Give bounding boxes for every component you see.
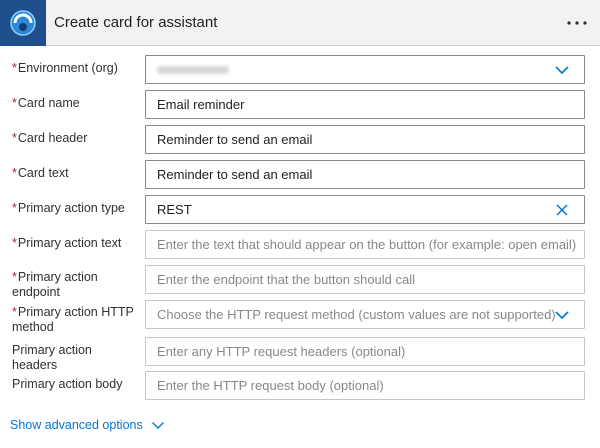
required-mark: * bbox=[12, 96, 17, 110]
chevron-down-icon[interactable] bbox=[554, 307, 570, 323]
more-options-button[interactable] bbox=[564, 10, 590, 36]
label-text: Environment (org) bbox=[17, 61, 118, 75]
primary-action-headers-input[interactable]: Enter any HTTP request headers (optional… bbox=[145, 337, 585, 366]
field-label-card-name: *Card name bbox=[12, 96, 140, 111]
required-mark: * bbox=[12, 166, 17, 180]
required-mark: * bbox=[12, 236, 17, 250]
primary-action-text-input[interactable]: Enter the text that should appear on the… bbox=[145, 230, 585, 259]
primary-action-body-input[interactable]: Enter the HTTP request body (optional) bbox=[145, 371, 585, 400]
power-automate-icon bbox=[0, 0, 46, 46]
primary-action-type-value: REST bbox=[157, 202, 192, 217]
chevron-down-icon[interactable] bbox=[554, 62, 570, 78]
clear-icon[interactable] bbox=[554, 202, 570, 218]
required-mark: * bbox=[12, 201, 17, 215]
label-text: Card name bbox=[17, 96, 80, 110]
primary-action-type-combo[interactable]: REST bbox=[145, 195, 585, 224]
card-name-input[interactable]: Email reminder bbox=[145, 90, 585, 119]
environment-dropdown[interactable] bbox=[145, 55, 585, 84]
field-label-primary-action-headers: Primary action headers bbox=[12, 343, 140, 373]
label-text: Card header bbox=[17, 131, 88, 145]
chevron-down-icon bbox=[151, 422, 164, 429]
card-title: Create card for assistant bbox=[54, 14, 218, 31]
label-text: Card text bbox=[17, 166, 69, 180]
card-text-input[interactable]: Reminder to send an email bbox=[145, 160, 585, 189]
label-text: Primary action headers bbox=[12, 343, 92, 372]
field-label-primary-action-type: *Primary action type bbox=[12, 201, 140, 216]
required-mark: * bbox=[12, 61, 17, 75]
required-mark: * bbox=[12, 305, 17, 319]
advanced-options-label: Show advanced options bbox=[10, 418, 143, 432]
field-label-primary-action-text: *Primary action text bbox=[12, 236, 140, 251]
field-label-primary-action-endpoint: *Primary action endpoint bbox=[12, 270, 140, 300]
label-text: Primary action body bbox=[12, 377, 123, 391]
required-mark: * bbox=[12, 131, 17, 145]
label-text: Primary action type bbox=[17, 201, 125, 215]
field-label-environment: *Environment (org) bbox=[12, 61, 140, 76]
label-text: Primary action text bbox=[17, 236, 122, 250]
primary-action-http-method-dropdown[interactable]: Choose the HTTP request method (custom v… bbox=[145, 300, 585, 329]
label-text: Primary action endpoint bbox=[12, 270, 98, 299]
field-label-card-text: *Card text bbox=[12, 166, 140, 181]
field-label-primary-action-http-method: *Primary action HTTP method bbox=[12, 305, 140, 335]
more-icon bbox=[567, 21, 587, 25]
show-advanced-options-link[interactable]: Show advanced options bbox=[10, 418, 165, 432]
field-label-card-header: *Card header bbox=[12, 131, 140, 146]
primary-action-endpoint-input[interactable]: Enter the endpoint that the button shoul… bbox=[145, 265, 585, 294]
http-method-placeholder: Choose the HTTP request method (custom v… bbox=[157, 307, 556, 322]
redacted-value bbox=[157, 65, 229, 74]
card-header: Create card for assistant bbox=[0, 0, 600, 46]
label-text: Primary action HTTP method bbox=[12, 305, 134, 334]
field-label-primary-action-body: Primary action body bbox=[12, 377, 140, 392]
required-mark: * bbox=[12, 270, 17, 284]
card-header-input[interactable]: Reminder to send an email bbox=[145, 125, 585, 154]
